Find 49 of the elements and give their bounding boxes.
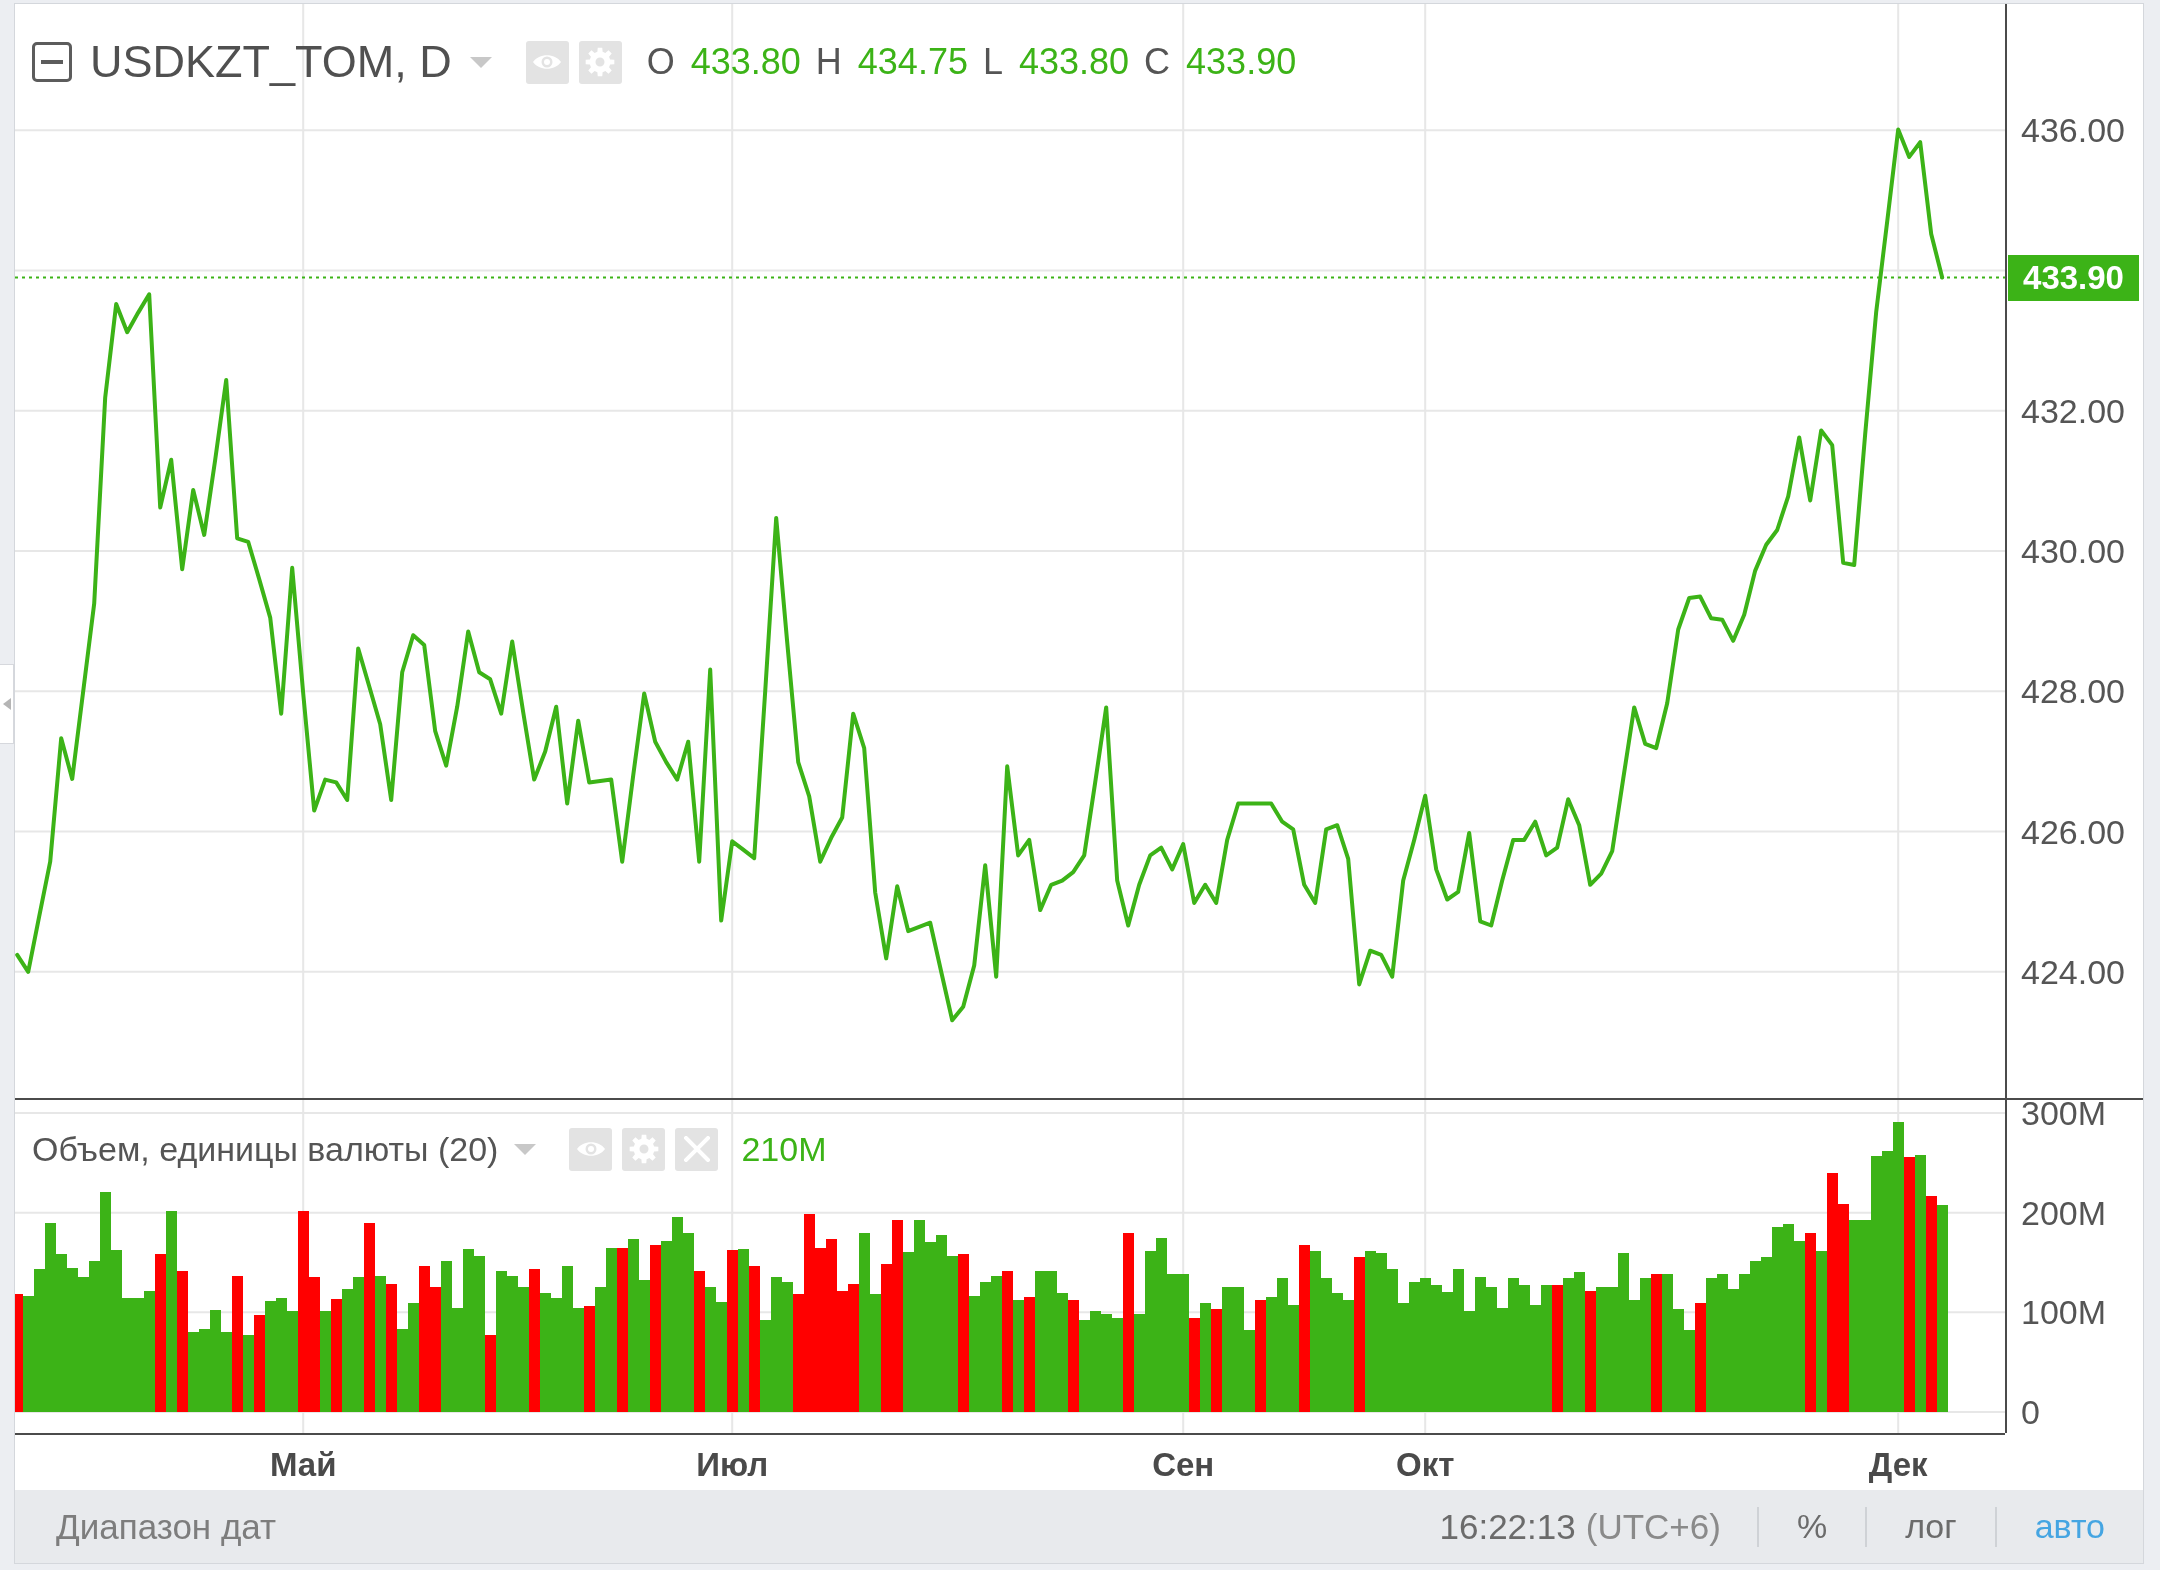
eye-icon [532, 52, 563, 72]
ohlc-value: 433.80 [1018, 42, 1130, 82]
month-label: Окт [1396, 1447, 1455, 1483]
scale-button[interactable]: авто [1996, 1490, 2143, 1563]
symbol-title: USDKZT_TOM, D [90, 37, 452, 87]
caret-left-icon [2, 698, 11, 710]
axis-label: 200M [2021, 1198, 2107, 1227]
ohlc-label: L [982, 42, 1003, 82]
axis-label: 428.00 [2021, 677, 2125, 706]
month-label: Май [269, 1447, 337, 1483]
axis-label: 432.00 [2021, 396, 2125, 425]
indicator-title: Объем, единицы валюты (20) [32, 1129, 499, 1169]
timezone-label: (UTC+6) [1585, 1506, 1721, 1547]
ohlc-label: H [815, 42, 842, 82]
visibility-button[interactable] [525, 40, 569, 84]
axis-label: 426.00 [2021, 817, 2125, 846]
axis-label: 436.00 [2021, 116, 2125, 145]
ohlc-value: 433.90 [1186, 42, 1297, 82]
date-range-button[interactable]: Диапазон дат [56, 1506, 277, 1547]
collapse-button[interactable] [32, 42, 72, 82]
ohlc-value: 433.80 [690, 42, 801, 82]
axis-label: 0 [2021, 1398, 2040, 1427]
settings-icon [628, 1134, 659, 1164]
month-label: Дек [1868, 1447, 1928, 1483]
remove-button[interactable] [675, 1127, 719, 1171]
caret-icon[interactable] [469, 56, 492, 68]
ohlc-value: 434.75 [857, 42, 968, 82]
close-icon [683, 1136, 710, 1162]
scale-button[interactable]: лог [1867, 1490, 1995, 1563]
month-label: Июл [696, 1447, 769, 1483]
settings-button[interactable] [578, 40, 622, 84]
visibility-button[interactable] [569, 1127, 613, 1171]
ohlc-label: C [1144, 42, 1171, 82]
month-label: Сен [1152, 1447, 1215, 1483]
eye-icon [575, 1139, 606, 1159]
settings-icon [585, 47, 616, 77]
indicator-value: 210M [741, 1129, 827, 1169]
panel-toggle-button[interactable] [0, 664, 14, 744]
axis-label: 300M [2021, 1098, 2107, 1127]
settings-button[interactable] [622, 1127, 666, 1171]
ohlc-label: O [646, 42, 675, 82]
scale-button[interactable]: % [1758, 1490, 1866, 1563]
axis-label: 430.00 [2021, 537, 2125, 565]
caret-icon[interactable] [514, 1143, 537, 1155]
axis-label: 424.00 [2021, 957, 2125, 986]
minus-icon [41, 60, 63, 64]
axis-label: 100M [2021, 1298, 2107, 1327]
clock-time: 16:22:13 [1439, 1506, 1576, 1547]
price-label: 433.90 [2008, 254, 2139, 301]
